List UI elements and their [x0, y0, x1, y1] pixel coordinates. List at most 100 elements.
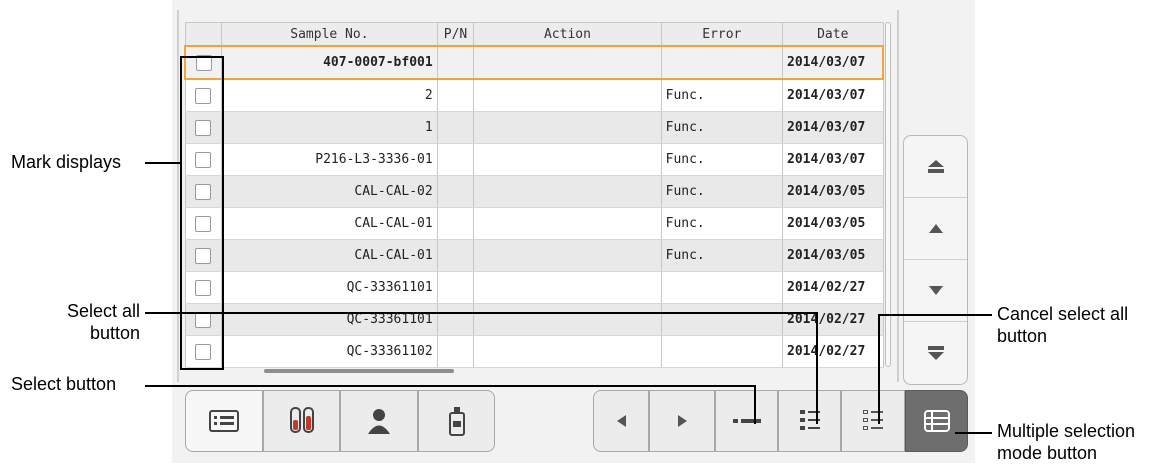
header-sample-no[interactable]: Sample No.: [221, 22, 438, 47]
select-all-button[interactable]: [778, 390, 841, 452]
select-icon: [732, 419, 761, 423]
callout-line-mark-displays: [145, 162, 182, 164]
callout-select-button: Select button: [11, 374, 117, 394]
sample-list-button[interactable]: [185, 390, 263, 452]
left-arrow-icon: [616, 415, 626, 427]
cell-date: 2014/02/27: [782, 303, 884, 336]
double-down-arrow-icon: [927, 346, 944, 360]
cell-error: Func.: [660, 175, 784, 208]
callout-select-all: Select all button: [54, 300, 140, 344]
cell-pn: [436, 111, 475, 144]
row-checkbox[interactable]: [195, 343, 212, 360]
header-checkbox-col: [184, 22, 223, 47]
table-row[interactable]: 407-0007-bf001 2014/03/07: [184, 45, 885, 80]
patient-icon: [368, 409, 390, 434]
reagent-bottle-icon: [448, 407, 465, 436]
table-row[interactable]: QC-33361102 2014/02/27: [184, 335, 884, 368]
row-checkbox[interactable]: [195, 119, 212, 136]
cell-sample-no: P216-L3-3336-01: [221, 143, 438, 176]
table-row[interactable]: CAL-CAL-01 Func. 2014/03/05: [184, 207, 884, 240]
patient-button[interactable]: [340, 390, 418, 452]
callout-cancel-select-all: Cancel select all button: [997, 303, 1128, 347]
cell-error: Func.: [660, 207, 784, 240]
cell-pn: [436, 143, 475, 176]
page-right-button[interactable]: [649, 390, 715, 452]
row-checkbox[interactable]: [195, 215, 212, 232]
cell-sample-no: QC-33361102: [221, 335, 438, 368]
cell-error: [660, 271, 784, 304]
select-button[interactable]: [715, 390, 778, 452]
test-tubes-button[interactable]: [263, 390, 340, 452]
scroll-down-button[interactable]: [904, 260, 967, 322]
callout-multi-mode-line2: mode button: [997, 443, 1098, 463]
cell-pn: [436, 303, 475, 336]
cell-pn: [436, 79, 475, 112]
row-checkbox[interactable]: [195, 87, 212, 104]
horizontal-scrollbar[interactable]: [264, 369, 454, 373]
page-left-button[interactable]: [593, 390, 649, 452]
cell-error: Func.: [660, 239, 784, 272]
cell-action: [473, 45, 662, 80]
cell-pn: [436, 239, 475, 272]
cell-action: [473, 335, 662, 368]
sample-table: Sample No. P/N Action Error Date 407-000…: [184, 22, 885, 368]
cell-date: 2014/03/05: [782, 175, 884, 208]
callout-multi-mode: Multiple selection mode button: [997, 420, 1135, 464]
cell-error: Func.: [660, 143, 784, 176]
row-checkbox[interactable]: [195, 54, 212, 71]
cell-action: [473, 79, 662, 112]
table-row[interactable]: 2 Func. 2014/03/07: [184, 79, 884, 112]
header-action[interactable]: Action: [473, 22, 662, 47]
header-date[interactable]: Date: [782, 22, 884, 47]
test-tubes-icon: [289, 407, 314, 433]
right-arrow-icon: [677, 415, 687, 427]
callout-line-select-drop: [754, 385, 756, 424]
callout-select-all-line1: Select all: [66, 301, 140, 321]
up-arrow-icon: [928, 224, 943, 233]
sample-list-icon: [209, 410, 239, 432]
cell-date: 2014/03/05: [782, 239, 884, 272]
cell-pn: [436, 175, 475, 208]
scroll-nav-panel: [903, 135, 968, 385]
cell-error: Func.: [660, 79, 784, 112]
double-up-arrow-icon: [927, 159, 944, 173]
reagent-bottle-button[interactable]: [418, 390, 495, 452]
cell-sample-no: CAL-CAL-02: [221, 175, 438, 208]
scroll-bottom-button[interactable]: [904, 322, 967, 384]
row-checkbox[interactable]: [195, 247, 212, 264]
cancel-select-all-button[interactable]: [841, 390, 905, 452]
table-row[interactable]: P216-L3-3336-01 Func. 2014/03/07: [184, 143, 884, 176]
cell-error: [660, 335, 784, 368]
callout-line-select: [145, 385, 756, 387]
cell-action: [473, 239, 662, 272]
frame-edge-right: [897, 10, 899, 382]
callout-line-cancel-select-all-drop: [878, 314, 880, 424]
cell-sample-no: QC-33361101: [221, 271, 438, 304]
table-row[interactable]: CAL-CAL-02 Func. 2014/03/05: [184, 175, 884, 208]
table-row[interactable]: 1 Func. 2014/03/07: [184, 111, 884, 144]
callout-line-cancel-select-all: [878, 314, 992, 316]
table-row[interactable]: QC-33361101 2014/02/27: [184, 303, 884, 336]
down-arrow-icon: [928, 286, 943, 295]
multiple-selection-mode-button[interactable]: [905, 390, 968, 452]
row-checkbox[interactable]: [195, 279, 212, 296]
cell-action: [473, 303, 662, 336]
cell-sample-no: CAL-CAL-01: [221, 207, 438, 240]
callout-mark-displays: Mark displays: [11, 152, 122, 172]
cell-pn: [436, 207, 475, 240]
row-checkbox[interactable]: [195, 151, 212, 168]
cell-pn: [436, 45, 475, 80]
cell-error: [660, 45, 784, 80]
header-pn[interactable]: P/N: [436, 22, 475, 47]
frame-edge-left: [177, 10, 179, 382]
table-row[interactable]: QC-33361101 2014/02/27: [184, 271, 884, 304]
cell-pn: [436, 271, 475, 304]
scroll-up-button[interactable]: [904, 198, 967, 260]
row-checkbox[interactable]: [195, 183, 212, 200]
scroll-top-button[interactable]: [904, 136, 967, 198]
cell-date: 2014/03/07: [782, 45, 885, 80]
cell-sample-no: CAL-CAL-01: [221, 239, 438, 272]
callout-cancel-select-all-line1: Cancel select all: [997, 304, 1129, 324]
table-row[interactable]: CAL-CAL-01 Func. 2014/03/05: [184, 239, 884, 272]
header-error[interactable]: Error: [660, 22, 784, 47]
